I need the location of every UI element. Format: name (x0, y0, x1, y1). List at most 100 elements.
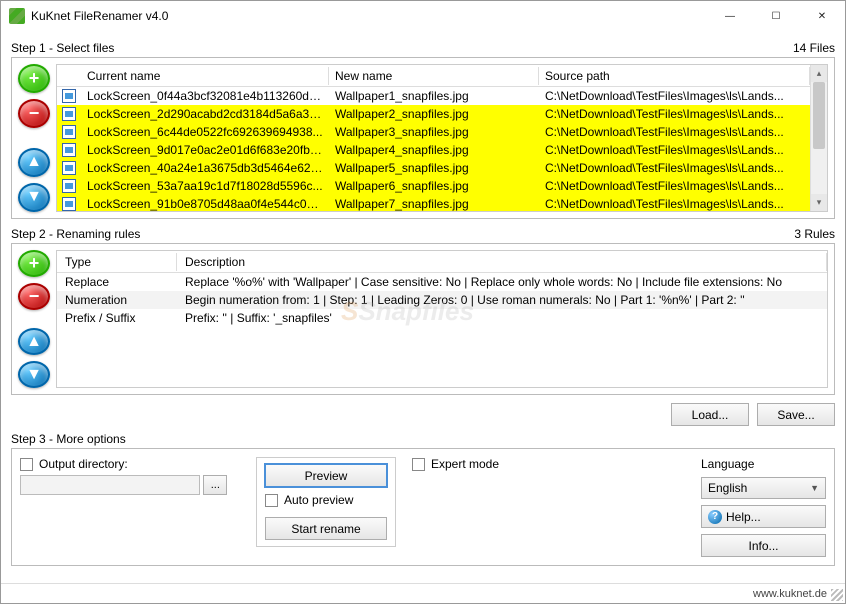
scroll-thumb[interactable] (813, 82, 825, 149)
move-down-button[interactable]: ▼ (18, 183, 50, 212)
step3-label: Step 3 - More options (11, 432, 126, 446)
cell-source-path: C:\NetDownload\TestFiles\Images\ls\Lands… (539, 160, 810, 176)
help-button[interactable]: ? Help... (701, 505, 826, 528)
file-icon (62, 179, 76, 193)
cell-new-name: Wallpaper4_snapfiles.jpg (329, 142, 539, 158)
cell-current-name: LockScreen_91b0e8705d48aa0f4e544c08... (81, 196, 329, 211)
move-up-button[interactable]: ▲ (18, 148, 50, 177)
load-rules-button[interactable]: Load... (671, 403, 749, 426)
col-rule-desc[interactable]: Description (177, 253, 827, 271)
files-scrollbar[interactable]: ▴ ▾ (810, 65, 827, 211)
file-icon (62, 107, 76, 121)
step1-label: Step 1 - Select files (11, 41, 114, 55)
file-icon (62, 125, 76, 139)
col-rule-type[interactable]: Type (57, 253, 177, 271)
step3-panel: Output directory: ... Preview Auto previ… (11, 448, 835, 566)
language-label: Language (701, 457, 826, 471)
cell-new-name: Wallpaper3_snapfiles.jpg (329, 124, 539, 140)
chevron-down-icon: ▼ (810, 483, 819, 493)
col-current-name[interactable]: Current name (81, 67, 329, 85)
rule-row[interactable]: NumerationBegin numeration from: 1 | Ste… (57, 291, 827, 309)
cell-source-path: C:\NetDownload\TestFiles\Images\ls\Lands… (539, 196, 810, 211)
cell-new-name: Wallpaper7_snapfiles.jpg (329, 196, 539, 211)
info-button[interactable]: Info... (701, 534, 826, 557)
maximize-button[interactable]: ☐ (753, 1, 799, 31)
table-row[interactable]: LockScreen_6c44de0522fc692639694938...Wa… (57, 123, 810, 141)
cell-source-path: C:\NetDownload\TestFiles\Images\ls\Lands… (539, 142, 810, 158)
step1-panel: + − ▲ ▼ Current name New name Source pat… (11, 57, 835, 219)
cell-current-name: LockScreen_6c44de0522fc692639694938... (81, 124, 329, 140)
rule-row[interactable]: ReplaceReplace '%o%' with 'Wallpaper' | … (57, 273, 827, 291)
resize-grip[interactable] (831, 589, 843, 601)
output-dir-label: Output directory: (39, 457, 128, 471)
cell-rule-desc: Replace '%o%' with 'Wallpaper' | Case se… (177, 274, 827, 290)
table-row[interactable]: LockScreen_53a7aa19c1d7f18028d5596c...Wa… (57, 177, 810, 195)
table-row[interactable]: LockScreen_9d017e0ac2e01d6f683e20fbe...W… (57, 141, 810, 159)
cell-source-path: C:\NetDownload\TestFiles\Images\ls\Lands… (539, 178, 810, 194)
cell-new-name: Wallpaper6_snapfiles.jpg (329, 178, 539, 194)
table-row[interactable]: LockScreen_2d290acabd2cd3184d5a6a31...Wa… (57, 105, 810, 123)
cell-current-name: LockScreen_0f44a3bcf32081e4b113260d5... (81, 88, 329, 104)
step2-panel: + − ▲ ▼ Type Description ReplaceReplace … (11, 243, 835, 395)
table-row[interactable]: LockScreen_0f44a3bcf32081e4b113260d5...W… (57, 87, 810, 105)
cell-current-name: LockScreen_9d017e0ac2e01d6f683e20fbe... (81, 142, 329, 158)
cell-rule-desc: Prefix: '' | Suffix: '_snapfiles' (177, 310, 827, 326)
window-controls: — ☐ ✕ (707, 1, 845, 31)
expert-mode-label: Expert mode (431, 457, 499, 471)
output-dir-checkbox[interactable] (20, 458, 33, 471)
step2-label: Step 2 - Renaming rules (11, 227, 140, 241)
remove-rule-button[interactable]: − (18, 283, 50, 310)
scroll-down-arrow[interactable]: ▾ (811, 194, 827, 211)
cell-rule-type: Prefix / Suffix (57, 310, 177, 326)
add-rule-button[interactable]: + (18, 250, 50, 277)
start-rename-button[interactable]: Start rename (265, 517, 387, 540)
titlebar: KuKnet FileRenamer v4.0 — ☐ ✕ (1, 1, 845, 31)
cell-new-name: Wallpaper5_snapfiles.jpg (329, 160, 539, 176)
output-dir-input[interactable] (20, 475, 200, 495)
statusbar: www.kuknet.de (1, 583, 845, 603)
table-row[interactable]: LockScreen_91b0e8705d48aa0f4e544c08...Wa… (57, 195, 810, 211)
file-icon (62, 161, 76, 175)
file-icon (62, 143, 76, 157)
file-icon (62, 89, 76, 103)
auto-preview-label: Auto preview (284, 493, 353, 507)
step2-count: 3 Rules (794, 227, 835, 241)
rule-move-up-button[interactable]: ▲ (18, 328, 50, 355)
cell-new-name: Wallpaper1_snapfiles.jpg (329, 88, 539, 104)
window-title: KuKnet FileRenamer v4.0 (31, 9, 168, 23)
step1-count: 14 Files (793, 41, 835, 55)
rule-row[interactable]: Prefix / SuffixPrefix: '' | Suffix: '_sn… (57, 309, 827, 327)
save-rules-button[interactable]: Save... (757, 403, 835, 426)
col-new-name[interactable]: New name (329, 67, 539, 85)
language-select[interactable]: English ▼ (701, 477, 826, 499)
cell-source-path: C:\NetDownload\TestFiles\Images\ls\Lands… (539, 106, 810, 122)
minimize-button[interactable]: — (707, 1, 753, 31)
rule-move-down-button[interactable]: ▼ (18, 361, 50, 388)
cell-current-name: LockScreen_2d290acabd2cd3184d5a6a31... (81, 106, 329, 122)
cell-new-name: Wallpaper2_snapfiles.jpg (329, 106, 539, 122)
statusbar-url[interactable]: www.kuknet.de (753, 588, 827, 600)
app-icon (9, 8, 25, 24)
cell-rule-type: Numeration (57, 292, 177, 308)
auto-preview-checkbox[interactable] (265, 494, 278, 507)
scroll-up-arrow[interactable]: ▴ (811, 65, 827, 82)
expert-mode-checkbox[interactable] (412, 458, 425, 471)
cell-rule-desc: Begin numeration from: 1 | Step: 1 | Lea… (177, 292, 827, 308)
close-button[interactable]: ✕ (799, 1, 845, 31)
cell-current-name: LockScreen_53a7aa19c1d7f18028d5596c... (81, 178, 329, 194)
file-icon (62, 197, 76, 211)
cell-source-path: C:\NetDownload\TestFiles\Images\ls\Lands… (539, 124, 810, 140)
rules-table[interactable]: Type Description ReplaceReplace '%o%' wi… (56, 250, 828, 388)
browse-button[interactable]: ... (203, 475, 227, 495)
add-files-button[interactable]: + (18, 64, 50, 93)
remove-files-button[interactable]: − (18, 99, 50, 128)
preview-button[interactable]: Preview (265, 464, 387, 487)
cell-source-path: C:\NetDownload\TestFiles\Images\ls\Lands… (539, 88, 810, 104)
help-icon: ? (708, 510, 722, 524)
table-row[interactable]: LockScreen_40a24e1a3675db3d5464e628...Wa… (57, 159, 810, 177)
cell-rule-type: Replace (57, 274, 177, 290)
language-value: English (708, 481, 747, 495)
col-source-path[interactable]: Source path (539, 67, 810, 85)
files-table[interactable]: Current name New name Source path LockSc… (56, 64, 828, 212)
cell-current-name: LockScreen_40a24e1a3675db3d5464e628... (81, 160, 329, 176)
